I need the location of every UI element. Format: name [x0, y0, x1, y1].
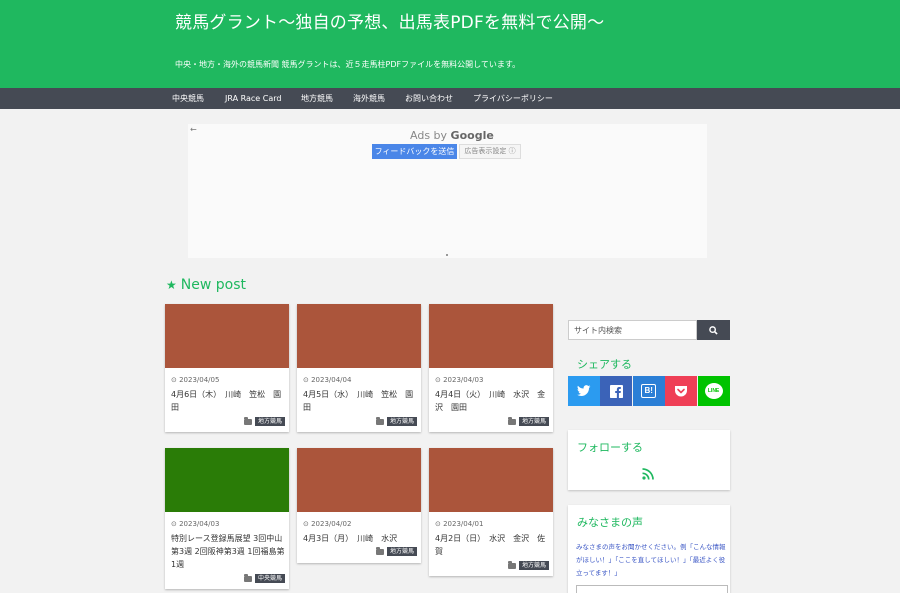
- site-title[interactable]: 競馬グラント〜独自の予想、出馬表PDFを無料で公開〜: [175, 12, 604, 34]
- category-badge[interactable]: 地方競馬: [518, 561, 549, 570]
- post-thumbnail[interactable]: [297, 448, 421, 512]
- post-thumbnail[interactable]: [429, 448, 553, 512]
- post-date: ⊙ 2023/04/02: [303, 520, 352, 528]
- facebook-icon: [609, 384, 623, 398]
- category-badge[interactable]: 地方競馬: [386, 417, 417, 426]
- post-category: 地方競馬: [375, 416, 417, 426]
- search-icon: [709, 325, 718, 335]
- clock-icon: ⊙: [171, 376, 180, 384]
- post-thumbnail[interactable]: [165, 304, 289, 368]
- nav-item-local-racing[interactable]: 地方競馬: [301, 88, 333, 109]
- folder-icon: [375, 546, 384, 555]
- nav-item-central-racing[interactable]: 中央競馬: [172, 88, 204, 109]
- voice-widget: みなさまの声 みなさまの声をお聞かせください。例「こんな情報がほしい！」「ここを…: [568, 505, 730, 593]
- nav-item-jra-race-card[interactable]: JRA Race Card: [225, 88, 281, 109]
- post-title[interactable]: 特別レース登録馬展望 3回中山第3週 2回阪神第3週 1回福島第1週: [171, 532, 285, 571]
- post-title[interactable]: 4月3日（月） 川崎 水沢: [303, 532, 417, 545]
- post-date: ⊙ 2023/04/03: [435, 376, 484, 384]
- ads-by-label: Ads by: [410, 129, 448, 142]
- site-description: 中央・地方・海外の競馬新聞 競馬グラントは、近５走馬柱PDFファイルを無料公開し…: [175, 60, 521, 69]
- nav-item-overseas-racing[interactable]: 海外競馬: [353, 88, 385, 109]
- ad-feedback-button[interactable]: フィードバックを送信: [372, 144, 457, 159]
- post-category: 中央競馬: [243, 573, 285, 583]
- follow-widget: フォローする: [568, 430, 730, 490]
- share-pocket-button[interactable]: [665, 376, 698, 406]
- google-label: Google: [450, 129, 494, 142]
- post-title[interactable]: 4月5日（水） 川崎 笠松 園田: [303, 388, 417, 414]
- post-thumbnail[interactable]: [297, 304, 421, 368]
- site-header: 競馬グラント〜独自の予想、出馬表PDFを無料で公開〜 中央・地方・海外の競馬新聞…: [0, 0, 900, 88]
- post-title[interactable]: 4月4日（火） 川崎 水沢 金沢 園田: [435, 388, 549, 414]
- post-card[interactable]: ⊙ 2023/04/02 4月3日（月） 川崎 水沢 地方競馬: [297, 448, 421, 563]
- post-date: ⊙ 2023/04/01: [435, 520, 484, 528]
- clock-icon: ⊙: [435, 376, 444, 384]
- ad-settings-button[interactable]: 広告表示設定 ⓘ: [459, 144, 521, 159]
- clock-icon: ⊙: [303, 376, 312, 384]
- share-hatena-button[interactable]: B!: [632, 376, 665, 406]
- nav-item-privacy-policy[interactable]: プライバシーポリシー: [473, 88, 553, 109]
- share-title: シェアする: [577, 358, 632, 371]
- main-nav: 中央競馬 JRA Race Card 地方競馬 海外競馬 お問い合わせ プライバ…: [0, 88, 900, 109]
- folder-icon: [243, 573, 252, 582]
- post-card[interactable]: ⊙ 2023/04/01 4月2日（日） 水沢 金沢 佐賀 地方競馬: [429, 448, 553, 576]
- share-line-button[interactable]: LINE: [697, 376, 730, 406]
- nav-item-contact[interactable]: お問い合わせ: [405, 88, 453, 109]
- search-button[interactable]: [697, 320, 730, 340]
- rss-button[interactable]: [642, 465, 654, 484]
- clock-icon: ⊙: [435, 520, 444, 528]
- post-title[interactable]: 4月2日（日） 水沢 金沢 佐賀: [435, 532, 549, 558]
- post-thumbnail[interactable]: [429, 304, 553, 368]
- voice-title: みなさまの声: [577, 516, 643, 529]
- post-date: ⊙ 2023/04/04: [303, 376, 352, 384]
- share-twitter-button[interactable]: [568, 376, 600, 406]
- share-buttons: B! LINE: [568, 376, 730, 406]
- post-date: ⊙ 2023/04/03: [171, 520, 220, 528]
- rss-icon: [642, 468, 654, 480]
- post-category: 地方競馬: [243, 416, 285, 426]
- ad-dot: [446, 254, 448, 256]
- line-icon: LINE: [704, 383, 723, 399]
- post-thumbnail[interactable]: [165, 448, 289, 512]
- category-badge[interactable]: 中央競馬: [254, 574, 285, 583]
- post-title[interactable]: 4月6日（木） 川崎 笠松 園田: [171, 388, 285, 414]
- clock-icon: ⊙: [171, 520, 180, 528]
- post-category: 地方競馬: [507, 416, 549, 426]
- star-icon: ★: [166, 278, 177, 292]
- folder-icon: [507, 416, 516, 425]
- category-badge[interactable]: 地方競馬: [518, 417, 549, 426]
- post-category: 地方競馬: [507, 560, 549, 570]
- follow-title: フォローする: [577, 441, 643, 454]
- folder-icon: [507, 560, 516, 569]
- post-card[interactable]: ⊙ 2023/04/03 4月4日（火） 川崎 水沢 金沢 園田 地方競馬: [429, 304, 553, 432]
- post-card[interactable]: ⊙ 2023/04/03 特別レース登録馬展望 3回中山第3週 2回阪神第3週 …: [165, 448, 289, 589]
- category-badge[interactable]: 地方競馬: [254, 417, 285, 426]
- pocket-icon: [675, 385, 688, 396]
- folder-icon: [243, 416, 252, 425]
- clock-icon: ⊙: [303, 520, 312, 528]
- voice-textarea[interactable]: [576, 585, 728, 593]
- post-card[interactable]: ⊙ 2023/04/04 4月5日（水） 川崎 笠松 園田 地方競馬: [297, 304, 421, 432]
- ad-block: ← Ads by Google フィードバックを送信 広告表示設定 ⓘ: [188, 124, 707, 258]
- category-badge[interactable]: 地方競馬: [386, 547, 417, 556]
- post-card[interactable]: ⊙ 2023/04/05 4月6日（木） 川崎 笠松 園田 地方競馬: [165, 304, 289, 432]
- search-input[interactable]: [568, 320, 697, 340]
- folder-icon: [375, 416, 384, 425]
- twitter-icon: [576, 385, 591, 397]
- hatena-icon: B!: [641, 384, 657, 398]
- new-post-title: New post: [180, 277, 246, 293]
- post-category: 地方競馬: [375, 546, 417, 556]
- post-date: ⊙ 2023/04/05: [171, 376, 220, 384]
- ad-back-arrow-icon[interactable]: ←: [190, 125, 197, 134]
- share-facebook-button[interactable]: [600, 376, 633, 406]
- new-post-heading: ★ New post: [166, 276, 246, 294]
- site-search: [568, 320, 730, 340]
- ads-by-google: Ads by Google: [410, 129, 494, 142]
- voice-description: みなさまの声をお聞かせください。例「こんな情報がほしい！」「ここを直してほしい！…: [576, 543, 726, 577]
